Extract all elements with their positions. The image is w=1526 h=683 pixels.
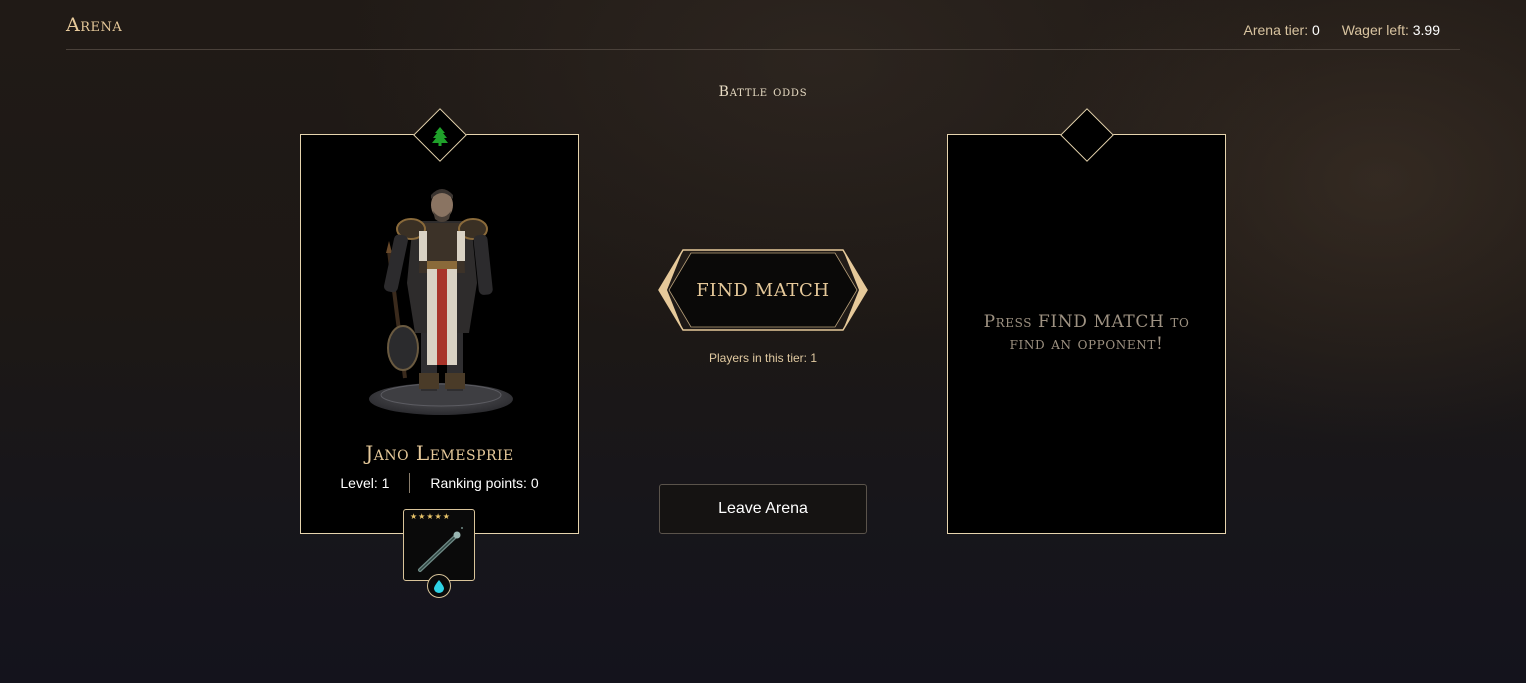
hero-ranking-points: Ranking points: 0 <box>430 475 539 491</box>
opponent-card: Press FIND MATCH to find an opponent! <box>947 108 1226 534</box>
tree-icon <box>428 124 452 148</box>
stats-divider <box>409 473 411 493</box>
arena-tier-label: Arena tier: <box>1243 22 1309 38</box>
arena-tier-stat: Arena tier: 0 <box>1244 22 1324 38</box>
wager-left-value: 3.99 <box>1412 22 1440 38</box>
page-title: Arena <box>66 14 123 36</box>
arena-tier-value: 0 <box>1312 22 1320 38</box>
battle-odds-label: Battle odds <box>718 84 808 100</box>
hero-stats: Level: 1 Ranking points: 0 <box>301 473 578 493</box>
opponent-class-diamond <box>1060 108 1114 162</box>
hero-figure <box>369 189 513 415</box>
players-in-tier: Players in this tier: 1 <box>708 351 818 365</box>
header-stats: Arena tier: 0 Wager left: 3.99 <box>1226 22 1440 38</box>
opponent-placeholder: Press FIND MATCH to find an opponent! <box>983 312 1190 354</box>
find-match-button[interactable]: FIND MATCH <box>657 249 869 331</box>
staff-icon <box>418 527 463 572</box>
arena-header: Arena Arena tier: 0 Wager left: 3.99 <box>66 0 1460 50</box>
water-drop-icon <box>427 574 451 598</box>
hero-name: Jano Lemesprie <box>365 441 514 465</box>
leave-arena-button[interactable]: Leave Arena <box>659 484 867 534</box>
equipped-item-slot[interactable]: ★★★★★ <box>403 509 475 581</box>
wager-left-label: Wager left: <box>1341 22 1409 38</box>
wager-left-stat: Wager left: 3.99 <box>1342 22 1440 38</box>
hero-level: Level: 1 <box>340 475 390 491</box>
item-rarity-stars: ★★★★★ <box>410 512 451 521</box>
player-card: Jano Lemesprie Level: 1 Ranking points: … <box>300 108 579 534</box>
find-match-label: FIND MATCH <box>696 280 830 301</box>
